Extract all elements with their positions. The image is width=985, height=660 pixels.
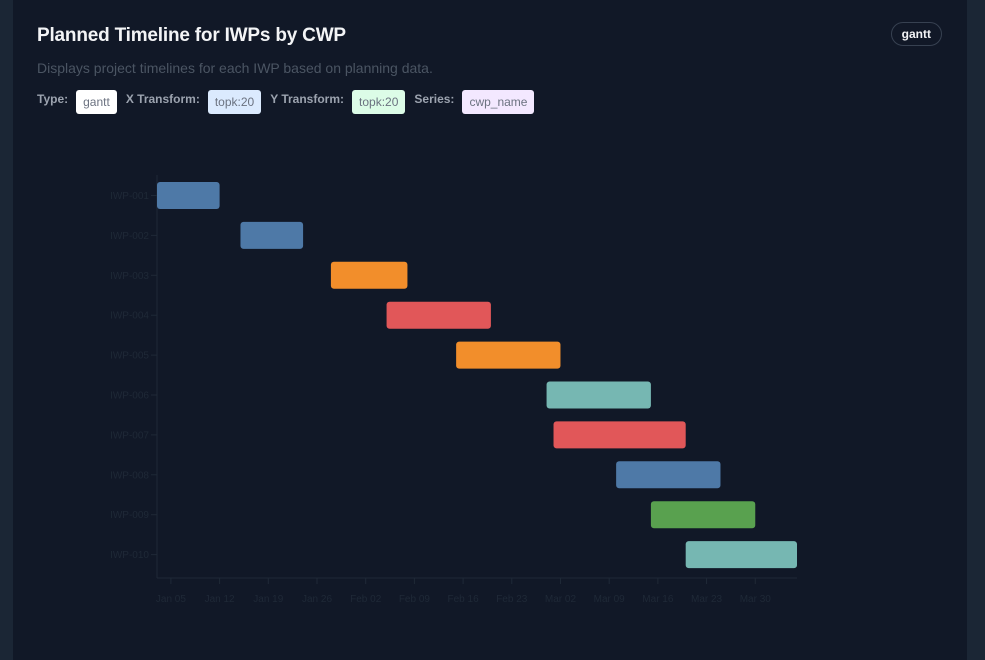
gantt-bar: [685, 541, 797, 569]
gantt-bar: [650, 501, 756, 529]
x-tick-label: Mar 30: [740, 594, 772, 605]
y-tick-label: IWP-001: [110, 191, 149, 202]
y-tick-label: IWP-009: [110, 510, 149, 521]
gantt-bar: [157, 182, 220, 209]
x-tick-label: Jan 19: [253, 594, 283, 605]
gantt-bar: [546, 381, 651, 409]
y-tick-label: IWP-007: [110, 430, 149, 441]
x-tick-label: Jan 05: [156, 594, 186, 605]
gantt-bar: [240, 221, 304, 249]
y-tick-label: IWP-003: [110, 271, 149, 282]
y-tick-label: IWP-010: [110, 550, 149, 561]
x-tick-label: Mar 02: [545, 594, 577, 605]
y-tick-label: IWP-005: [110, 351, 149, 362]
y-tick-label: IWP-004: [110, 311, 149, 322]
y-tick-label: IWP-002: [110, 231, 149, 242]
x-tick-label: Feb 23: [496, 594, 528, 605]
gantt-bar: [616, 461, 721, 489]
x-tick-label: Jan 12: [205, 594, 235, 605]
x-tick-label: Feb 02: [350, 594, 382, 605]
x-tick-label: Mar 09: [594, 594, 626, 605]
x-tick-label: Mar 16: [642, 594, 674, 605]
gantt-bar: [330, 261, 408, 289]
x-tick-label: Feb 16: [448, 594, 480, 605]
gantt-bar: [553, 421, 686, 449]
gantt-bar: [386, 301, 491, 329]
y-tick-label: IWP-006: [110, 391, 149, 402]
gantt-chart: Jan 05 Jan 12 Jan 19 Jan 26 Feb 02 Feb 09 Feb …: [110, 175, 797, 605]
x-tick-label: Jan 26: [302, 594, 332, 605]
y-tick-label: IWP-008: [110, 470, 149, 481]
x-tick-label: Mar 23: [691, 594, 723, 605]
x-tick-label: Feb 09: [399, 594, 431, 605]
gantt-bar: [456, 341, 561, 369]
